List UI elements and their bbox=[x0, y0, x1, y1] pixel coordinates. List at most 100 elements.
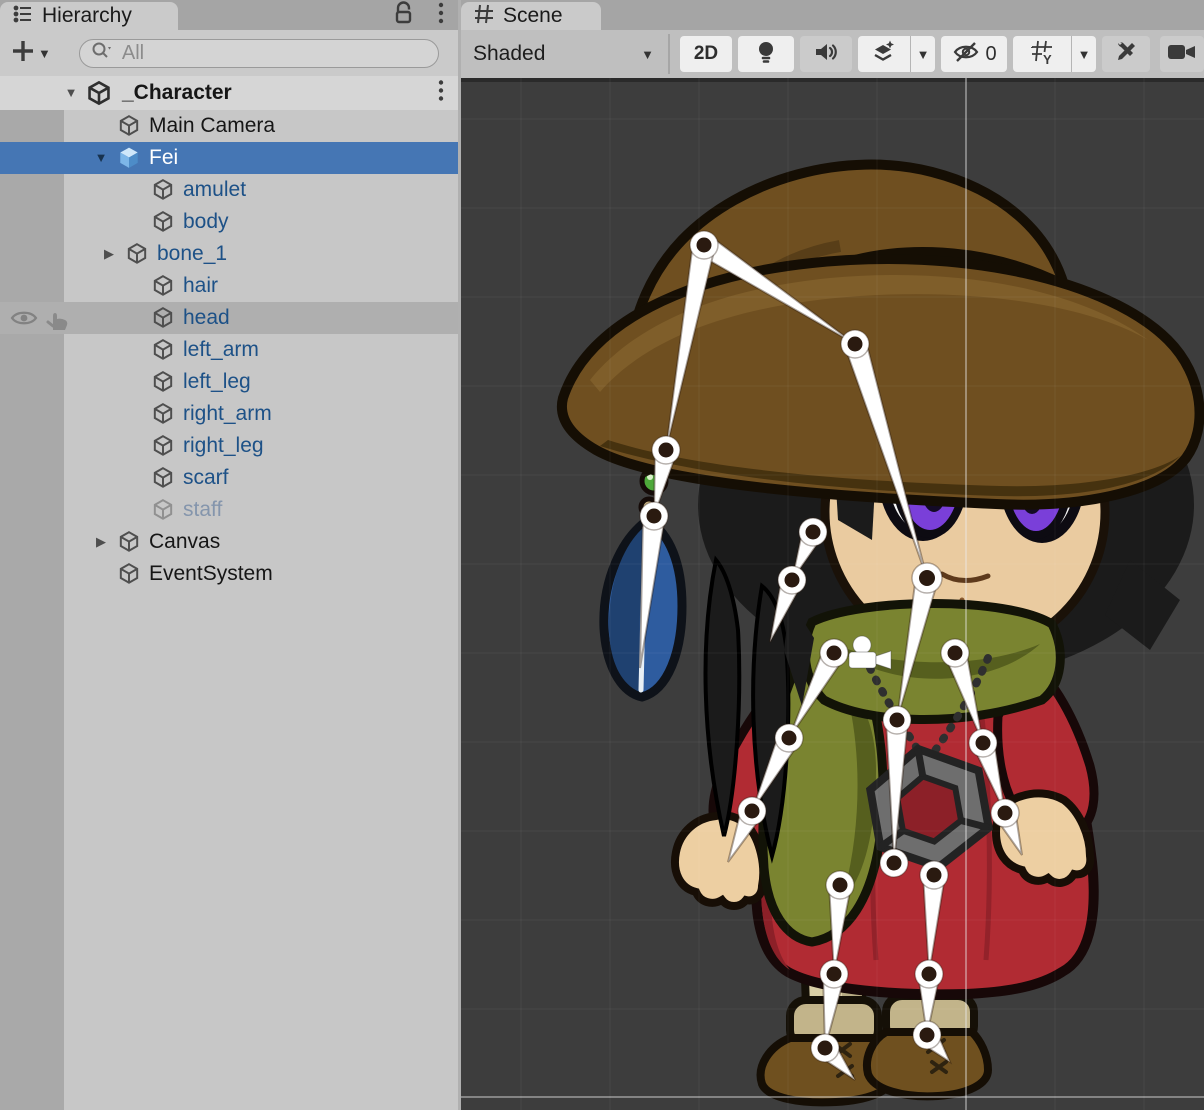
scene-tab-label: Scene bbox=[503, 4, 563, 28]
hierarchy-item-label: left_arm bbox=[183, 338, 259, 362]
hierarchy-item-label: Canvas bbox=[149, 530, 220, 554]
scene-lighting-button[interactable] bbox=[738, 36, 794, 72]
speaker-icon bbox=[813, 40, 839, 69]
hierarchy-item-label: body bbox=[183, 210, 229, 234]
hierarchy-toolbar: ▼ bbox=[0, 30, 458, 76]
hidden-count-label: 0 bbox=[985, 43, 996, 66]
cube-icon bbox=[148, 402, 178, 426]
hierarchy-item-label: EventSystem bbox=[149, 562, 273, 586]
cube-icon bbox=[148, 434, 178, 458]
hierarchy-item-label: right_arm bbox=[183, 402, 272, 426]
hierarchy-item-scarf[interactable]: scarf bbox=[0, 462, 458, 494]
hierarchy-menu-icon[interactable] bbox=[438, 1, 444, 30]
cube-icon bbox=[148, 466, 178, 490]
cube-icon bbox=[114, 562, 144, 586]
effects-visibility-group: ▼ bbox=[858, 36, 935, 72]
unity-scene-icon bbox=[84, 81, 114, 105]
search-input[interactable] bbox=[120, 41, 414, 66]
expand-arrow-icon[interactable] bbox=[58, 77, 84, 109]
scene-camera-button[interactable] bbox=[1160, 36, 1204, 72]
effects-dropdown-caret[interactable]: ▼ bbox=[910, 36, 935, 72]
grid-axis-icon: Y bbox=[1030, 39, 1054, 70]
hierarchy-tree: _Character Main Camera Fei bbox=[0, 76, 458, 1110]
cube-icon bbox=[148, 498, 178, 522]
scene-tabbar: Scene bbox=[461, 0, 1204, 30]
tab-hierarchy[interactable]: Hierarchy bbox=[0, 2, 178, 30]
scene-effects-button[interactable] bbox=[858, 36, 910, 72]
hierarchy-item-staff[interactable]: staff bbox=[0, 494, 458, 526]
chevron-down-icon: ▼ bbox=[641, 47, 654, 62]
2d-mode-label: 2D bbox=[694, 43, 718, 65]
hierarchy-item-left-arm[interactable]: left_arm bbox=[0, 334, 458, 366]
toolbar-divider bbox=[668, 34, 670, 74]
hierarchy-item-amulet[interactable]: amulet bbox=[0, 174, 458, 206]
hierarchy-item-label: amulet bbox=[183, 178, 246, 202]
unity-editor-window: Hierarchy ▼ bbox=[0, 0, 1204, 1110]
add-caret-icon: ▼ bbox=[38, 46, 51, 61]
chevron-down-icon: ▼ bbox=[1078, 47, 1091, 62]
scene-panel: Scene Shaded ▼ 2D bbox=[461, 0, 1204, 1110]
scene-tab-icon bbox=[473, 3, 495, 30]
hierarchy-panel: Hierarchy ▼ bbox=[0, 0, 458, 1110]
hierarchy-item-label: bone_1 bbox=[157, 242, 227, 266]
hierarchy-item-eventsystem[interactable]: EventSystem bbox=[0, 558, 458, 590]
collapse-arrow-icon[interactable] bbox=[88, 526, 114, 558]
hierarchy-tab-icon bbox=[12, 3, 34, 30]
cube-icon bbox=[114, 114, 144, 138]
2d-mode-button[interactable]: 2D bbox=[680, 36, 732, 72]
hierarchy-item-label: _Character bbox=[122, 81, 232, 105]
cube-icon bbox=[148, 178, 178, 202]
cube-icon bbox=[148, 338, 178, 362]
hierarchy-item-head[interactable]: head bbox=[0, 302, 458, 334]
hierarchy-item-hair[interactable]: hair bbox=[0, 270, 458, 302]
light-bulb-icon bbox=[754, 39, 778, 70]
hierarchy-item-main-camera[interactable]: Main Camera bbox=[0, 110, 458, 142]
hierarchy-item-bone-1[interactable]: bone_1 bbox=[0, 238, 458, 270]
add-icon bbox=[10, 38, 36, 69]
hierarchy-item-label: Fei bbox=[149, 146, 178, 170]
hierarchy-item-canvas[interactable]: Canvas bbox=[0, 526, 458, 558]
layers-sparkle-icon bbox=[871, 39, 897, 70]
grid-dropdown-caret[interactable]: ▼ bbox=[1071, 36, 1096, 72]
cube-icon bbox=[148, 306, 178, 330]
hierarchy-item-left-leg[interactable]: left_leg bbox=[0, 366, 458, 398]
hierarchy-item-label: Main Camera bbox=[149, 114, 275, 138]
chevron-down-icon: ▼ bbox=[917, 47, 930, 62]
hierarchy-item-right-arm[interactable]: right_arm bbox=[0, 398, 458, 430]
hierarchy-item-label: head bbox=[183, 306, 230, 330]
hierarchy-item-label: hair bbox=[183, 274, 218, 298]
scene-tools-button[interactable] bbox=[1102, 36, 1150, 72]
grid-settings-group: Y ▼ bbox=[1013, 36, 1096, 72]
eye-slash-icon bbox=[951, 40, 981, 69]
scene-toolbar: Shaded ▼ 2D bbox=[461, 30, 1204, 78]
collapse-arrow-icon[interactable] bbox=[96, 238, 122, 270]
cube-icon bbox=[122, 242, 152, 266]
pick-hand-icon[interactable] bbox=[44, 308, 70, 337]
shading-mode-dropdown[interactable]: Shaded ▼ bbox=[469, 36, 664, 72]
hierarchy-item-label: left_leg bbox=[183, 370, 251, 394]
cube-icon bbox=[148, 370, 178, 394]
add-object-button[interactable]: ▼ bbox=[10, 38, 51, 69]
camera-icon bbox=[1167, 41, 1197, 68]
scene-menu-icon[interactable] bbox=[438, 79, 444, 108]
scene-viewport[interactable] bbox=[461, 78, 1204, 1110]
scene-audio-button[interactable] bbox=[800, 36, 852, 72]
wrench-pencil-icon bbox=[1113, 39, 1139, 70]
lock-icon[interactable] bbox=[394, 1, 416, 30]
hierarchy-tabbar: Hierarchy bbox=[0, 0, 458, 30]
hierarchy-search[interactable] bbox=[79, 39, 439, 68]
hierarchy-tab-label: Hierarchy bbox=[42, 4, 132, 28]
grid-visibility-button[interactable]: Y bbox=[1013, 36, 1071, 72]
hierarchy-item-body[interactable]: body bbox=[0, 206, 458, 238]
cube-icon bbox=[148, 274, 178, 298]
hierarchy-item-character-root[interactable]: _Character bbox=[0, 76, 458, 110]
hierarchy-item-right-leg[interactable]: right_leg bbox=[0, 430, 458, 462]
svg-text:Y: Y bbox=[1043, 52, 1052, 65]
tab-scene[interactable]: Scene bbox=[461, 2, 601, 30]
hierarchy-item-fei[interactable]: Fei bbox=[0, 142, 458, 174]
scene-canvas bbox=[461, 78, 1204, 1110]
expand-arrow-icon[interactable] bbox=[88, 142, 114, 174]
hidden-objects-button[interactable]: 0 bbox=[941, 36, 1007, 72]
search-icon bbox=[90, 40, 114, 67]
eye-icon[interactable] bbox=[10, 306, 38, 335]
